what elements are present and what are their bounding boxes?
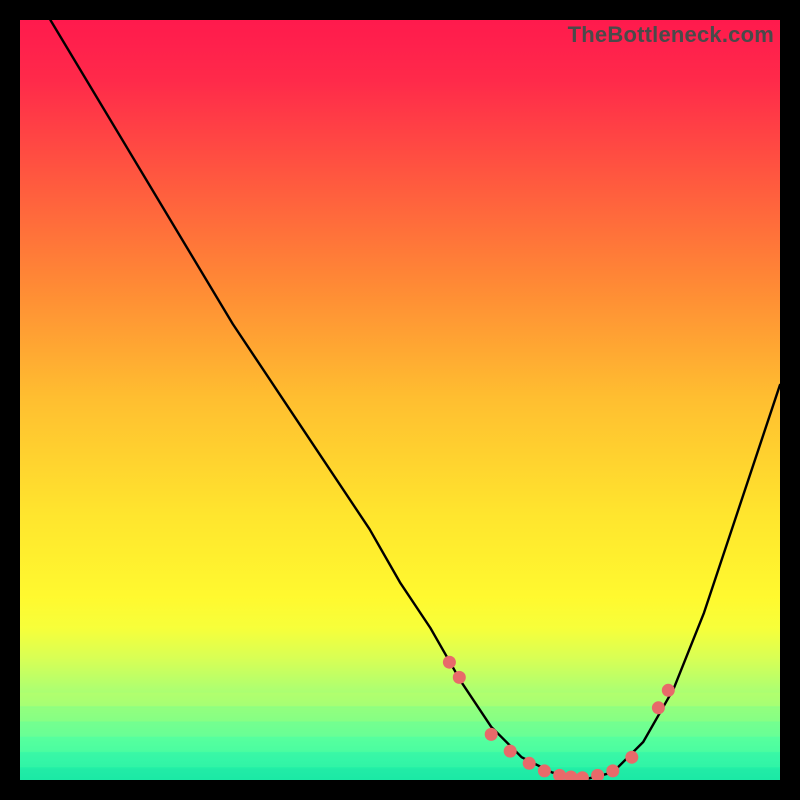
chart-svg <box>20 20 780 780</box>
highlight-marker <box>652 701 665 714</box>
highlight-marker <box>485 728 498 741</box>
highlight-marker <box>662 684 675 697</box>
highlight-marker <box>453 671 466 684</box>
highlight-marker <box>523 757 536 770</box>
green-band <box>20 738 780 752</box>
highlight-marker <box>443 656 456 669</box>
green-band <box>20 723 780 737</box>
highlight-marker <box>504 745 517 758</box>
highlight-marker <box>625 751 638 764</box>
highlight-marker <box>538 764 551 777</box>
highlight-marker <box>606 764 619 777</box>
plot-area <box>20 20 780 780</box>
green-band <box>20 769 780 780</box>
gradient-background <box>20 20 780 780</box>
green-band <box>20 753 780 767</box>
green-band <box>20 708 780 722</box>
chart-frame: TheBottleneck.com <box>20 20 780 780</box>
